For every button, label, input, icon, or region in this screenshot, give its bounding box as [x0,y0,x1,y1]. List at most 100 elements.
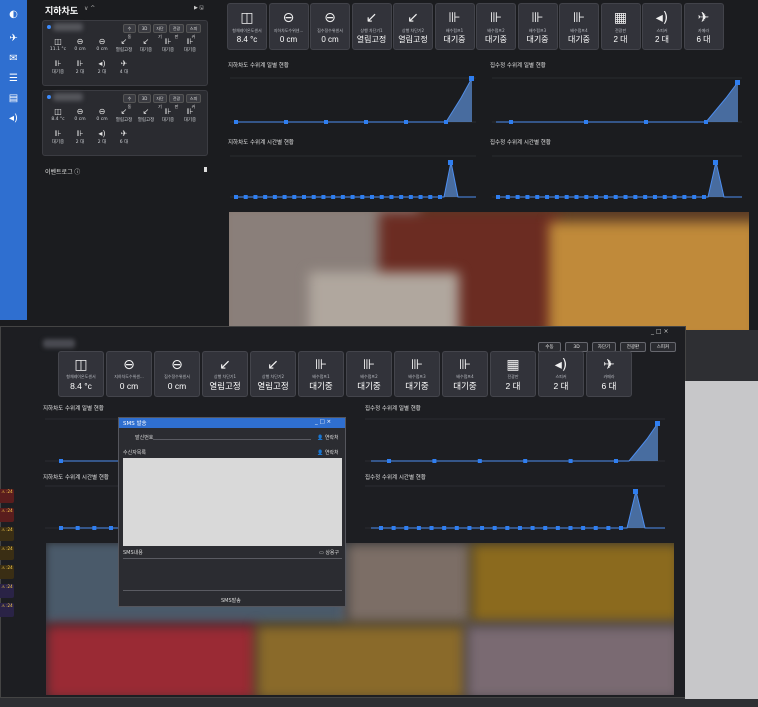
list-icon[interactable]: ☰ [7,72,20,85]
site-device-cell[interactable]: ⊖ 0 cm [92,37,112,55]
status-tile[interactable]: ↙ 상행 차단기1 열림고정 [351,3,392,50]
template-button[interactable]: ▭ 상용구 [319,549,339,556]
btn-manual[interactable]: 수동 [123,94,136,109]
sender-input[interactable] [153,439,311,440]
site-device-cell[interactable]: ⊪ 대기중 [180,37,200,55]
speaker-icon[interactable]: ◂) [7,112,20,125]
device-icon: ⊪ [54,59,62,68]
status-tile[interactable]: ↙ 상행 차단기2 열림고정 [250,351,296,397]
device-icon: ↙ [120,37,128,46]
sms-send-button[interactable]: SMS발송 [221,597,241,604]
site-device-cell[interactable]: ⊪ 대기중 [48,129,68,147]
rocket-icon[interactable]: ✈ [7,32,20,45]
site-device-cell[interactable]: ↙ 열림고정 [114,37,134,55]
sms-title-bar[interactable]: SMS 발송 _ □ × [119,418,345,428]
status-tile[interactable]: ▦ 전광판 2 대 [490,351,536,397]
status-tile[interactable]: ⊖ 집수정수위센서 0 cm [154,351,200,397]
event-log-item[interactable]: ⚠ :24 [0,603,14,617]
site-device-cell[interactable]: ✈ 6 대 [114,129,134,147]
status-tile[interactable]: ⊖ 집수정수위센서 0 cm [310,3,350,50]
status-tile[interactable]: ⊖ 지하차도수위센... 0 cm [106,351,152,397]
device-value: 대기중 [161,48,175,53]
chart-point [263,195,268,199]
tile-value: 열림고정 [209,381,241,391]
event-log-item[interactable]: ⚠ :24 [0,546,14,560]
event-log-item[interactable]: ⚠ :24 [0,527,14,541]
btn-barrier[interactable]: 자단기 [153,24,167,39]
btn-barrier[interactable]: 자단기 [153,94,167,109]
status-tile[interactable]: ⊪ 배수펌프2 대기중 [346,351,392,397]
site-device-cell[interactable]: ⊪ 대기중 [158,107,178,125]
header-chevrons[interactable]: ∨ ^ [84,5,95,12]
event-log-item[interactable]: ⚠ :24 [0,489,14,503]
grid-icon[interactable]: ▤ [7,92,20,105]
status-tile[interactable]: ⊪ 배수펌프4 대기중 [559,3,599,50]
status-tile[interactable]: ✈ 카메라 6 대 [586,351,632,397]
site-device-cell[interactable]: ⊪ 2 대 [70,129,90,147]
event-log-item[interactable]: ⚠ :24 [0,565,14,579]
site-device-cell[interactable]: ↙ 대기중 [136,37,156,55]
event-log-item[interactable]: ⚠ :24 [0,508,14,522]
site-device-cell[interactable]: ⊖ 0 cm [70,37,90,55]
status-tile[interactable]: ◫ 형체레이온도센서 8.4 °c [227,3,267,50]
status-tile[interactable]: ⊪ 배수펌프3 대기중 [394,351,440,397]
site-device-cell[interactable]: ⊖ 0 cm [70,107,90,125]
btn-sign[interactable]: 전광판 [169,24,184,39]
chart-sump-daily [365,418,665,463]
chart-point [652,195,657,199]
btn-speaker[interactable]: 스피커 [186,94,201,109]
site-device-cell[interactable]: ⊪ 대기중 [180,107,200,125]
device-value: 4 대 [119,70,129,75]
status-tile[interactable]: ⊪ 배수펌프1 대기중 [298,351,344,397]
header-play-save[interactable]: ▶ 🖫 [194,5,204,13]
btn-3d[interactable]: 3D [138,24,151,33]
sms-content-input[interactable] [123,558,342,559]
event-log-item[interactable]: ⚠ :24 [0,584,14,598]
btn-sign[interactable]: 전광판 [169,94,184,109]
back-camera-feed[interactable] [229,212,749,330]
btn-manual[interactable]: 수동 [123,24,136,39]
site-device-cell[interactable]: ↙ 열림고정 [114,107,134,125]
site-device-cell[interactable]: ↙ 열림고정 [136,107,156,125]
site-card-2[interactable]: 수동 3D 자단기 전광판 스피커 ◫ 8.4 °c ⊖ 0 cm ⊖ 0 cm ↙ 열림고정… [42,90,208,156]
status-tile[interactable]: ◂) 스피커 2 대 [642,3,682,50]
site-device-cell[interactable]: ◫ 11.1 °c [48,37,68,55]
site-device-cell[interactable]: ◂) 2 대 [92,129,112,147]
status-tile[interactable]: ⊪ 배수펌프3 대기중 [517,3,558,50]
btn-3d[interactable]: 3D [138,94,151,103]
site-device-cell[interactable]: ◂) 2 대 [92,59,112,77]
contact-button-2[interactable]: 👤 연락처 [317,449,339,456]
status-tile[interactable]: ✈ 카메라 6 대 [683,3,724,50]
status-tile[interactable]: ⊪ 배수펌프2 대기중 [476,3,516,50]
site-device-cell[interactable]: ⊪ 2 대 [70,59,90,77]
status-tile[interactable]: ◫ 형체레이온도센서 8.4 °c [58,351,104,397]
status-tile[interactable]: ▦ 전광판 2 대 [600,3,641,50]
status-tile[interactable]: ⊪ 배수펌프4 대기중 [442,351,488,397]
site-device-cell[interactable]: ◫ 8.4 °c [48,107,68,125]
sms-window-controls[interactable]: _ □ × [315,419,331,425]
contact-button[interactable]: 👤 연락처 [317,434,339,441]
btn-speaker[interactable]: 스피커 [186,24,201,39]
device-value: 6 대 [119,140,129,145]
status-tile[interactable]: ↙ 상행 차단기1 열림고정 [202,351,248,397]
tile-icon: ⊪ [489,10,503,26]
sms-dialog[interactable]: SMS 발송 _ □ × 발신번호 👤 연락처 수신자목록 👤 연락처 SMS내… [118,417,346,607]
status-tile[interactable]: ↙ 상행 차단기2 열림고정 [393,3,433,50]
chart-point [454,526,459,530]
btn-speaker[interactable]: 스피커 [650,342,676,352]
device-value: 0 cm [74,117,86,122]
dashboard-icon[interactable]: ◐ [7,8,20,21]
site-card-1[interactable]: 수동 3D 자단기 전광판 스피커 ◫ 11.1 °c ⊖ 0 cm ⊖ 0 cm ↙ 열림고… [42,20,208,86]
chart-point [535,195,540,199]
site-device-cell[interactable]: ⊪ 대기중 [48,59,68,77]
site-device-cell[interactable]: ⊪ 대기중 [158,37,178,55]
window-controls[interactable]: _ □ × [651,328,669,335]
recipients-list[interactable] [123,458,342,546]
status-tile[interactable]: ◂) 스피커 2 대 [538,351,584,397]
tile-icon: ⊪ [458,357,472,373]
site-device-cell[interactable]: ⊖ 0 cm [92,107,112,125]
mail-icon[interactable]: ✉ [7,52,20,65]
status-tile[interactable]: ⊖ 지하차도수위센... 0 cm [268,3,309,50]
status-tile[interactable]: ⊪ 배수펌프1 대기중 [434,3,475,50]
site-device-cell[interactable]: ✈ 4 대 [114,59,134,77]
